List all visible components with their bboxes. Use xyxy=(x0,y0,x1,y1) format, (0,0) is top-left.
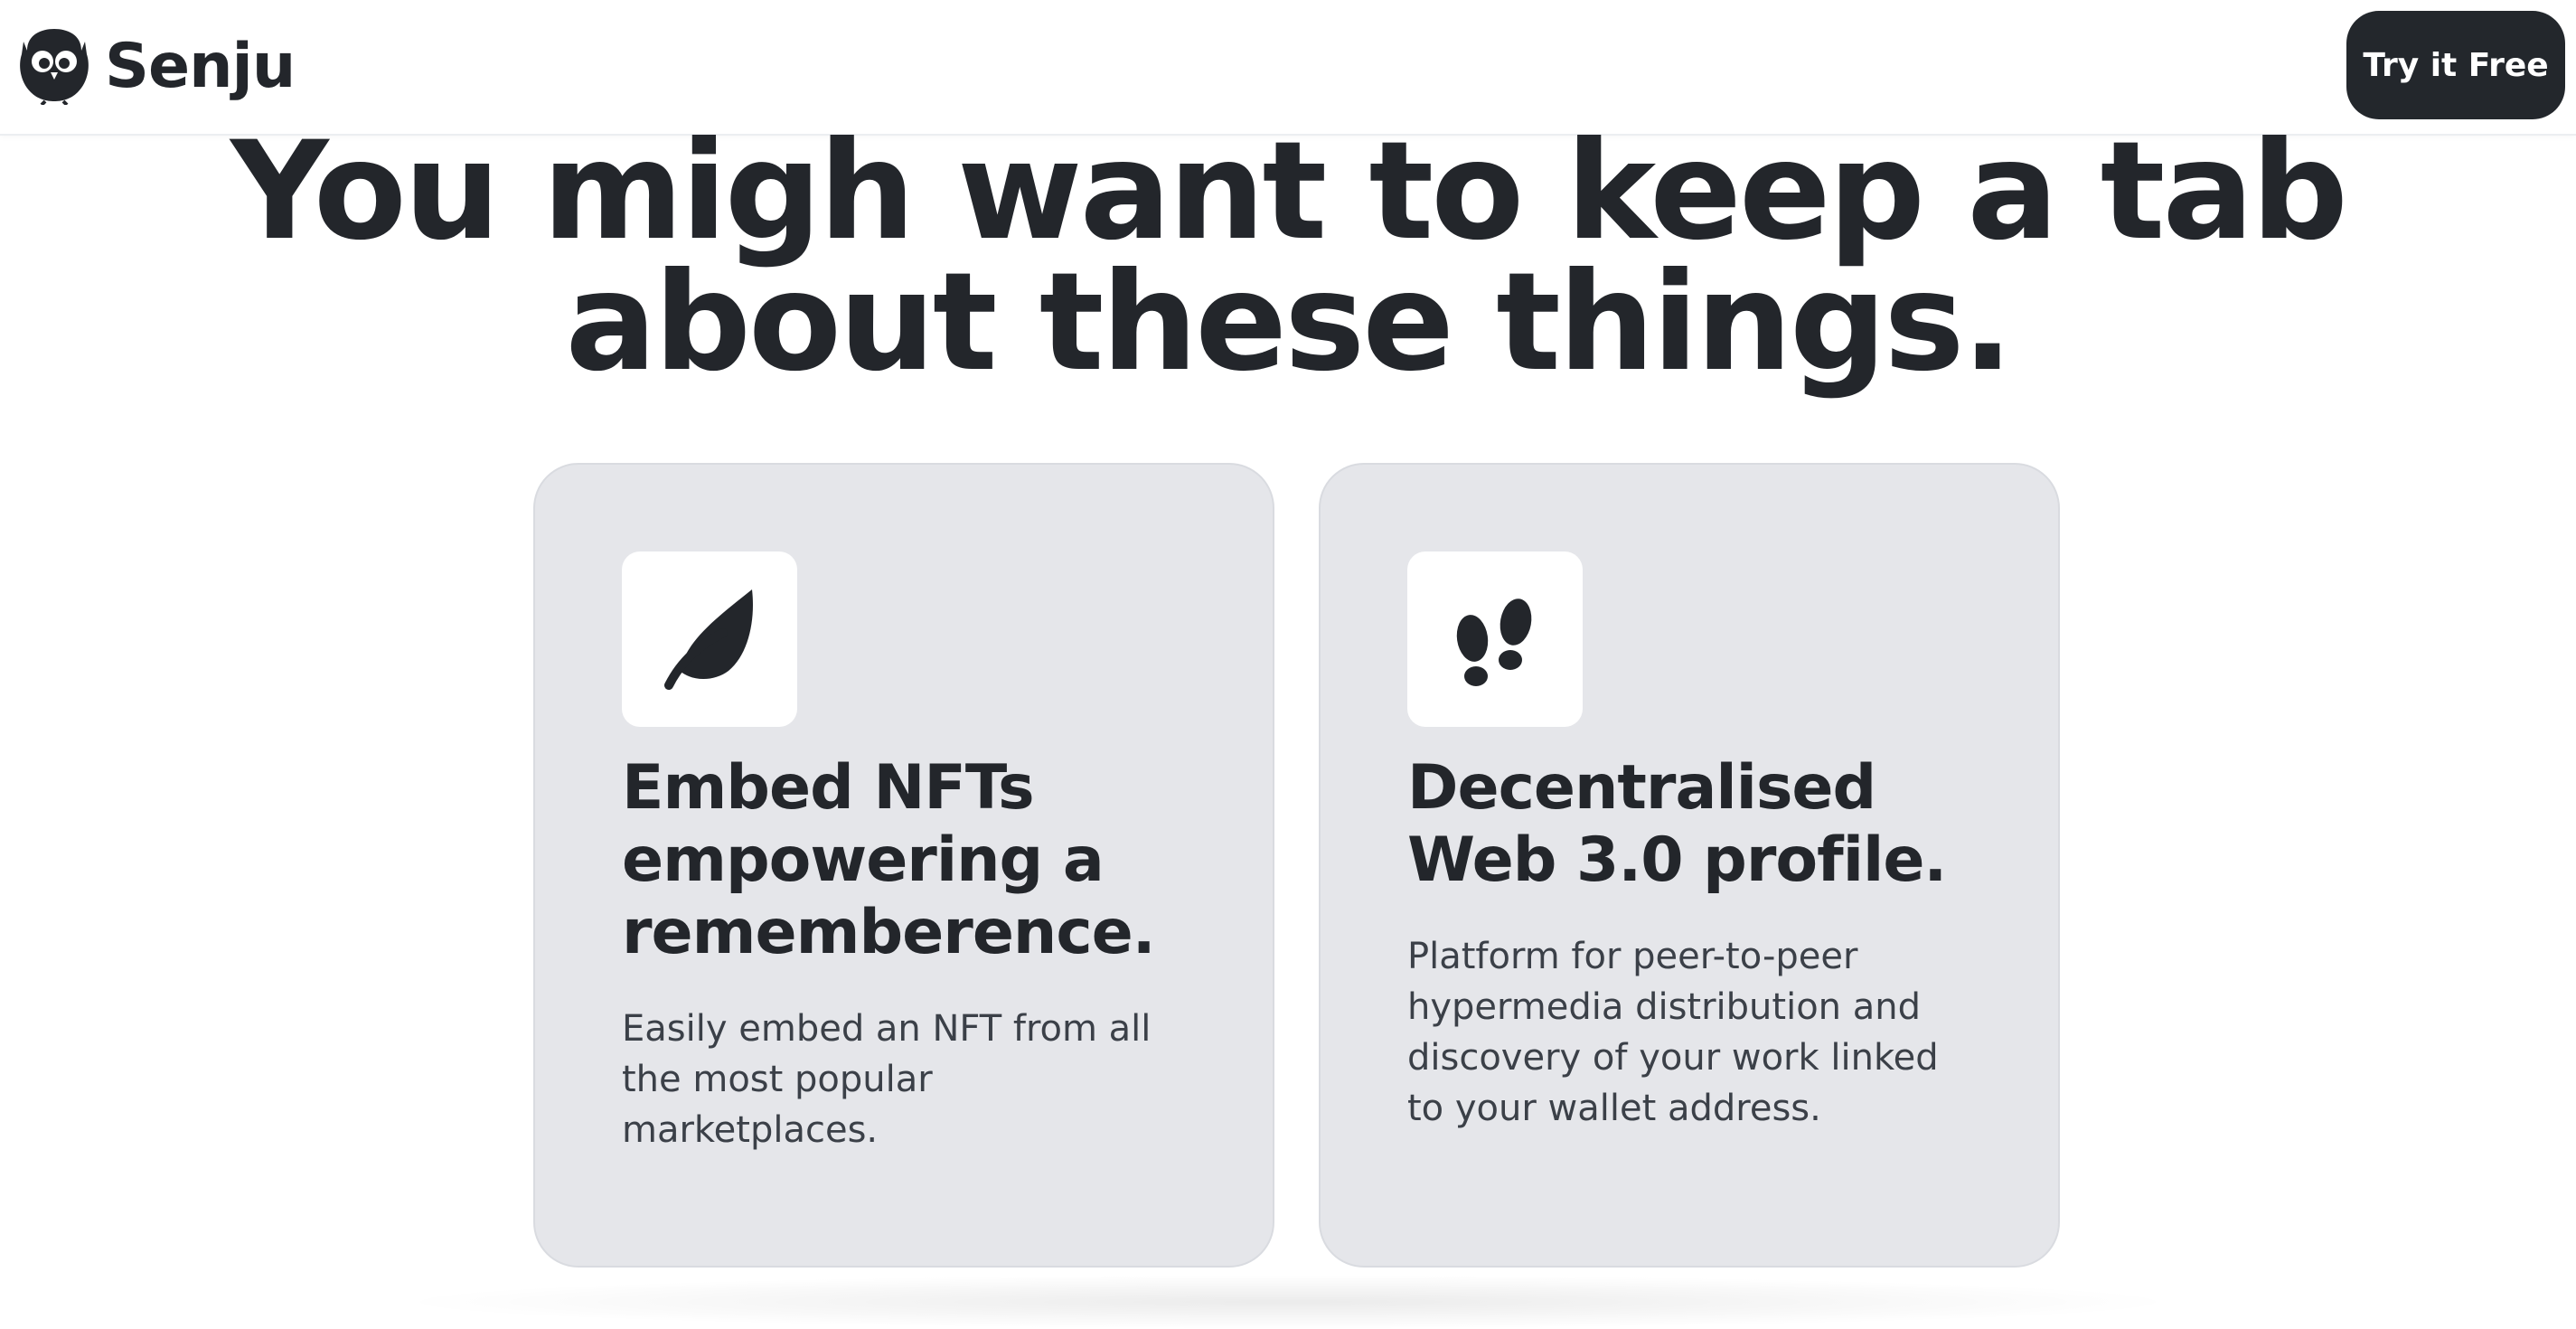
brand-logo[interactable]: Senju xyxy=(18,25,296,107)
feature-description: Easily embed an NFT from all the most po… xyxy=(622,1004,1182,1155)
feature-title-line: Web 3.0 profile. xyxy=(1407,825,1947,896)
feature-title-line: Embed NFTs xyxy=(622,752,1035,824)
page-headline: You migh want to keep a tab about these … xyxy=(0,124,2576,391)
feature-title: Decentralised Web 3.0 profile. xyxy=(1407,752,2022,897)
try-it-free-button[interactable]: Try it Free xyxy=(2346,11,2565,119)
feature-desc-line: marketplaces. xyxy=(622,1109,879,1151)
feature-desc-line: Easily embed an NFT from all xyxy=(622,1008,1152,1050)
feature-desc-line: the most popular xyxy=(622,1059,933,1100)
feature-desc-line: discovery of your work linked xyxy=(1407,1037,1939,1079)
feature-title-line: empowering a xyxy=(622,825,1105,896)
feature-title-line: rememberence. xyxy=(622,897,1156,968)
headline-line-2: about these things. xyxy=(565,244,2013,401)
feature-title: Embed NFTs empowering a rememberence. xyxy=(622,752,1236,969)
feature-desc-line: to your wallet address. xyxy=(1407,1088,1821,1129)
brand-name: Senju xyxy=(105,30,296,102)
feature-title-line: Decentralised xyxy=(1407,752,1876,824)
feature-desc-line: Platform for peer-to-peer xyxy=(1407,936,1858,977)
feature-card-web3-profile: Decentralised Web 3.0 profile. Platform … xyxy=(1319,463,2060,1268)
feature-description: Platform for peer-to-peer hypermedia dis… xyxy=(1407,931,1968,1134)
feature-desc-line: hypermedia distribution and xyxy=(1407,986,1921,1028)
owl-icon xyxy=(20,29,89,105)
feature-icon-box xyxy=(622,551,797,727)
feature-icon-box xyxy=(1407,551,1583,727)
section-shadow xyxy=(389,1275,2187,1329)
leaf-icon xyxy=(664,589,753,690)
feature-card-embed-nfts: Embed NFTs empowering a rememberence. Ea… xyxy=(533,463,1274,1268)
footprints-icon xyxy=(1456,599,1532,686)
